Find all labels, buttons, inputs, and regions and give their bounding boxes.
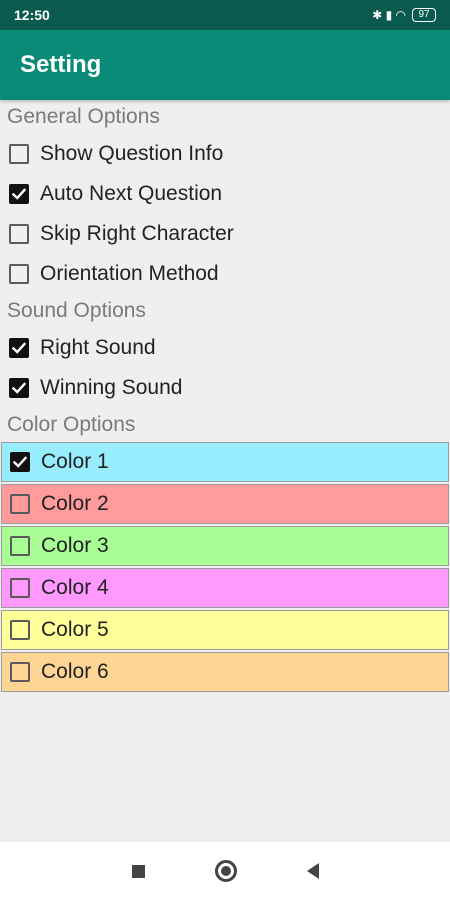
checkbox-unchecked-icon[interactable] [10, 662, 30, 682]
option-label: Color 5 [41, 618, 109, 641]
page-title: Setting [20, 51, 102, 78]
checkbox-checked-icon[interactable] [9, 378, 29, 398]
option-label: Color 6 [41, 660, 109, 683]
sound-options-list: Right Sound Winning Sound [0, 328, 450, 408]
checkbox-checked-icon[interactable] [9, 338, 29, 358]
status-icons: ✱ ▮ ◠ 97 [372, 8, 436, 22]
navigation-bar [0, 842, 450, 900]
sound-option-2[interactable]: Winning Sound [0, 368, 450, 408]
checkbox-checked-icon[interactable] [10, 452, 30, 472]
option-label: Color 3 [41, 534, 109, 557]
option-label: Show Question Info [40, 142, 224, 165]
option-label: Skip Right Character [40, 222, 234, 245]
general-options-title: General Options [7, 105, 160, 128]
option-label: Right Sound [40, 336, 156, 359]
general-option-2[interactable]: Auto Next Question [0, 174, 450, 214]
color-options-list: Color 1 Color 2 Color 3 Color 4 Color 5 Color… [0, 442, 450, 692]
status-time: 12:50 [14, 7, 50, 23]
color-option-5[interactable]: Color 5 [1, 610, 449, 650]
status-bar: 12:50 ✱ ▮ ◠ 97 [0, 0, 450, 30]
app-bar: Setting [0, 30, 450, 100]
sound-option-1[interactable]: Right Sound [0, 328, 450, 368]
general-option-3[interactable]: Skip Right Character [0, 214, 450, 254]
checkbox-unchecked-icon[interactable] [9, 224, 29, 244]
sound-options-title: Sound Options [7, 299, 146, 322]
settings-content: General Options Show Question Info Auto N… [0, 100, 450, 694]
color-option-3[interactable]: Color 3 [1, 526, 449, 566]
checkbox-checked-icon[interactable] [9, 184, 29, 204]
option-label: Winning Sound [40, 376, 183, 399]
recents-icon[interactable] [131, 864, 145, 878]
option-label: Color 2 [41, 492, 109, 515]
back-icon[interactable] [306, 863, 319, 879]
option-label: Auto Next Question [40, 182, 223, 205]
checkbox-unchecked-icon[interactable] [10, 536, 30, 556]
checkbox-unchecked-icon[interactable] [10, 578, 30, 598]
color-option-4[interactable]: Color 4 [1, 568, 449, 608]
color-option-6[interactable]: Color 6 [1, 652, 449, 692]
color-options-title: Color Options [7, 413, 136, 436]
color-option-1[interactable]: Color 1 [1, 442, 449, 482]
home-icon[interactable] [214, 860, 237, 882]
general-option-1[interactable]: Show Question Info [0, 134, 450, 174]
option-label: Orientation Method [40, 262, 219, 285]
status-symbols: ✱ ▮ ◠ [372, 8, 406, 22]
checkbox-unchecked-icon[interactable] [10, 620, 30, 640]
checkbox-unchecked-icon[interactable] [9, 144, 29, 164]
checkbox-unchecked-icon[interactable] [9, 264, 29, 284]
color-option-2[interactable]: Color 2 [1, 484, 449, 524]
general-options-list: Show Question Info Auto Next Question Skip… [0, 134, 450, 294]
checkbox-unchecked-icon[interactable] [10, 494, 30, 514]
battery-icon: 97 [412, 8, 436, 22]
general-option-4[interactable]: Orientation Method [0, 254, 450, 294]
option-label: Color 1 [41, 450, 109, 473]
option-label: Color 4 [41, 576, 109, 599]
